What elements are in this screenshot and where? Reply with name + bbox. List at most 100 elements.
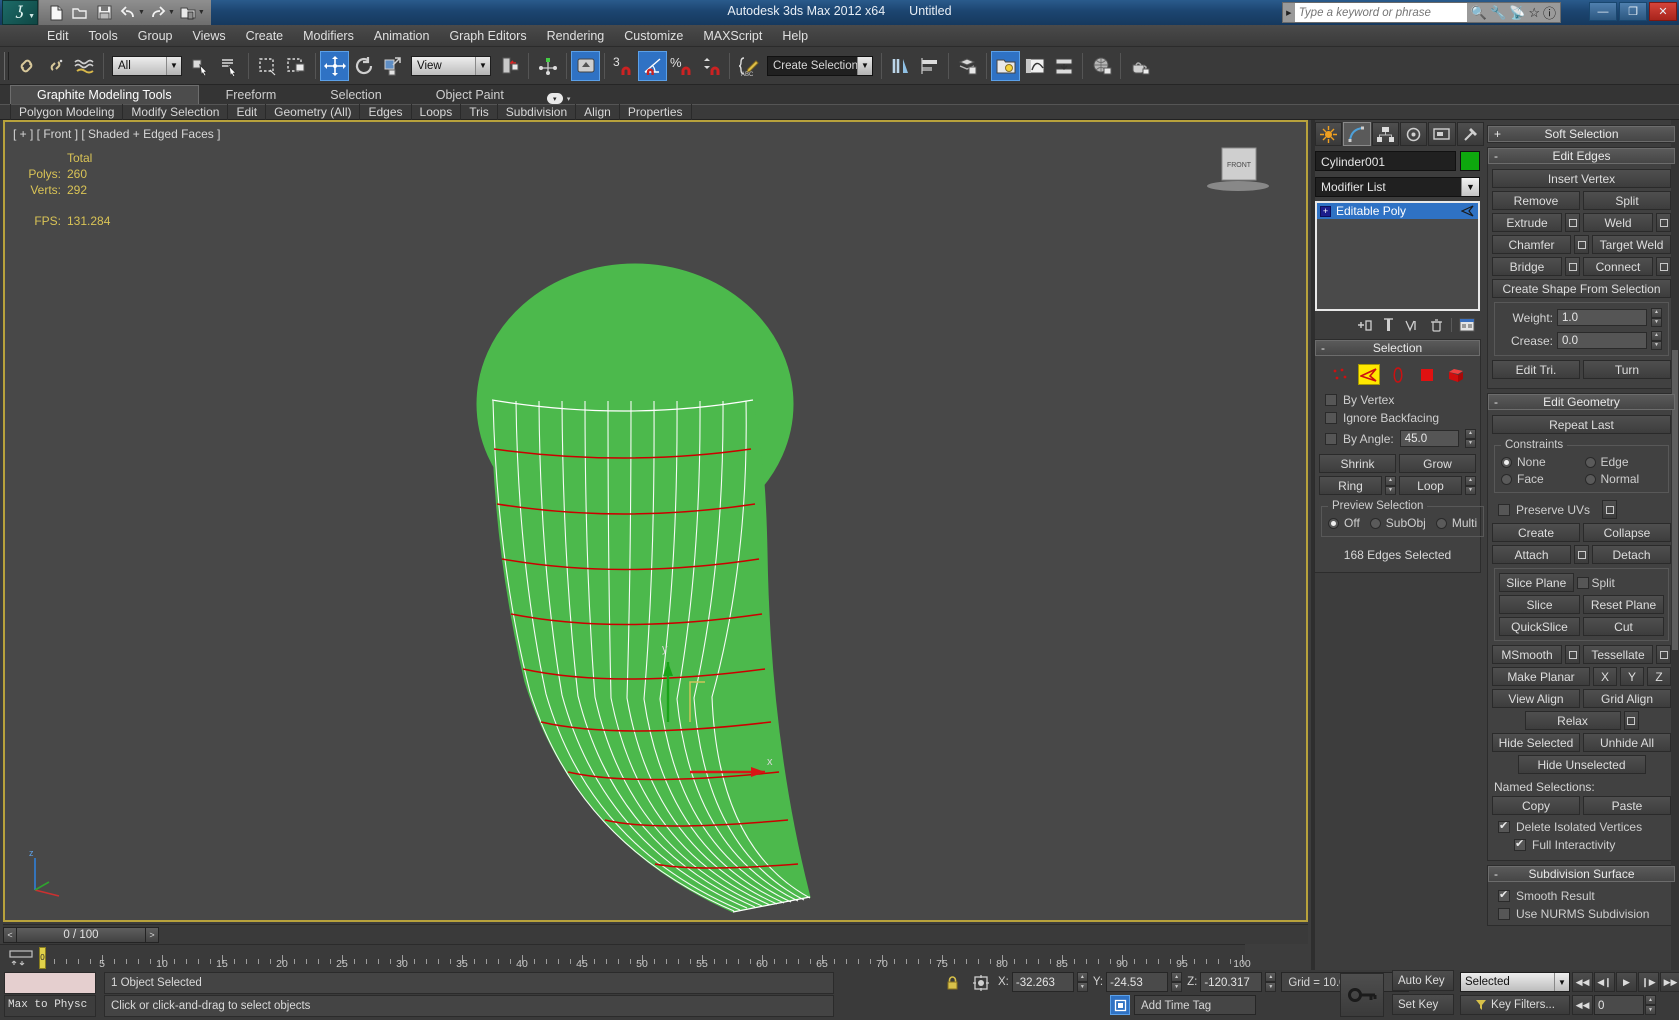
preview-subobj-radio[interactable]: SubObj [1369, 516, 1426, 530]
modifier-list-combo[interactable]: Modifier List ▼ [1315, 177, 1480, 197]
make-unique-button[interactable] [1403, 317, 1421, 333]
ribbon-options-icon[interactable]: ▾ [546, 93, 563, 104]
named-selection-sets-combo[interactable]: Create Selection Se ▼ [767, 55, 873, 76]
ignore-backfacing-row[interactable]: Ignore Backfacing [1319, 409, 1476, 427]
delete-isolated-vertices-checkbox[interactable] [1498, 819, 1510, 833]
toggle-scene-explorer-button[interactable] [991, 50, 1020, 81]
paste-named-selection-button[interactable]: Paste [1583, 796, 1671, 815]
select-object-button[interactable] [186, 51, 215, 81]
make-planar-x-button[interactable]: X [1593, 667, 1617, 686]
reset-plane-button[interactable]: Reset Plane [1583, 595, 1664, 614]
absolute-relative-mode-button[interactable] [969, 972, 993, 994]
open-mini-curve-editor-icon[interactable] [8, 949, 34, 967]
minimize-button[interactable]: — [1589, 2, 1617, 21]
weld-settings-button[interactable] [1656, 213, 1671, 232]
display-tab[interactable] [1428, 122, 1456, 146]
weight-value[interactable]: 1.0 [1557, 309, 1647, 326]
loop-spinner[interactable]: ▲ ▼ [1465, 476, 1476, 495]
play-animation-button[interactable]: ▶ [1616, 972, 1637, 992]
command-panel-scrollbar[interactable] [1671, 120, 1679, 970]
rollout-collapse-glyph[interactable]: - [1494, 149, 1498, 163]
reference-coordinate-system-combo[interactable]: View ▼ [411, 55, 491, 76]
chevron-down-icon[interactable]: ▾ [567, 95, 571, 103]
redo-dropdown-caret-icon[interactable]: ▼ [168, 9, 175, 16]
create-tab[interactable] [1315, 122, 1343, 146]
motion-tab[interactable] [1399, 122, 1428, 146]
select-and-scale-button[interactable] [378, 51, 407, 81]
undo-button[interactable] [117, 2, 139, 23]
save-file-button[interactable] [93, 2, 115, 23]
ribbon-subtab-edges[interactable]: Edges [360, 104, 412, 120]
toolbar-grip[interactable] [4, 51, 9, 80]
object-color-swatch[interactable] [1460, 151, 1480, 171]
quickslice-button[interactable]: QuickSlice [1499, 617, 1580, 636]
next-frame-arrow[interactable]: > [145, 926, 159, 943]
preserve-uvs-row[interactable]: Preserve UVs [1492, 498, 1671, 523]
make-planar-z-button[interactable]: Z [1647, 667, 1671, 686]
ring-button[interactable]: Ring [1319, 476, 1382, 495]
go-to-start-button[interactable]: ◀◀ [1572, 972, 1593, 992]
select-and-manipulate-button[interactable] [533, 51, 562, 81]
extrude-button[interactable]: Extrude [1492, 213, 1562, 232]
z-coordinate-field[interactable]: Z: -120.317 ▲ ▼ [1187, 972, 1277, 992]
split-checkbox[interactable] [1576, 576, 1589, 589]
preserve-uvs-settings-button[interactable] [1602, 500, 1618, 519]
edit-tri-button[interactable]: Edit Tri. [1492, 360, 1580, 379]
track-bar[interactable]: 5 10 15 20 25 30 35 40 45 50 55 60 65 70 75 80 85 90 95 100… [0, 944, 1251, 970]
go-to-end-button[interactable]: ▶▶ [1660, 972, 1679, 992]
select-and-rotate-button[interactable] [349, 51, 378, 81]
object-name-field[interactable]: Cylinder001 [1315, 151, 1456, 171]
qat-customize-caret-icon[interactable]: ▼ [198, 9, 205, 16]
by-angle-checkbox[interactable] [1325, 432, 1337, 445]
y-spinner[interactable]: ▲ ▼ [1171, 972, 1183, 992]
weld-button[interactable]: Weld [1583, 213, 1653, 232]
turn-button[interactable]: Turn [1583, 360, 1671, 379]
connect-button[interactable]: Connect [1583, 257, 1653, 276]
modify-tab[interactable] [1343, 122, 1371, 146]
show-end-result-button[interactable] [1379, 317, 1397, 333]
key-mode-button[interactable]: ◀◀ [1572, 995, 1593, 1015]
subdivision-surface-rollout-header[interactable]: - Subdivision Surface [1488, 866, 1675, 882]
x-spinner[interactable]: ▲ ▼ [1076, 972, 1088, 992]
relax-settings-button[interactable] [1623, 711, 1639, 730]
by-vertex-checkbox[interactable] [1325, 394, 1337, 406]
collapse-button[interactable]: Collapse [1583, 523, 1671, 542]
search-input[interactable] [1294, 3, 1467, 22]
utilities-tab[interactable] [1456, 122, 1484, 146]
search-expand-caret-icon[interactable]: ▶ [1283, 9, 1295, 17]
ribbon-tab-selection[interactable]: Selection [303, 85, 408, 104]
ribbon-subtab-edit[interactable]: Edit [228, 104, 267, 120]
element-subobject-button[interactable] [1445, 364, 1467, 385]
y-coordinate-field[interactable]: Y: -24.53 ▲ ▼ [1093, 972, 1183, 992]
menu-item-tools[interactable]: Tools [80, 26, 127, 46]
ribbon-subtab-modify-selection[interactable]: Modify Selection [123, 104, 229, 120]
menu-item-create[interactable]: Create [237, 26, 293, 46]
view-cube[interactable]: FRONT [1204, 142, 1278, 194]
current-frame-field[interactable]: 0 [1594, 995, 1644, 1015]
use-nurms-row[interactable]: Use NURMS Subdivision [1492, 905, 1671, 923]
selection-rollout-header[interactable]: - Selection [1315, 340, 1480, 356]
slice-plane-button[interactable]: Slice Plane [1499, 573, 1574, 592]
next-frame-button[interactable]: ❙▶ [1638, 972, 1659, 992]
new-file-button[interactable] [45, 2, 67, 23]
select-by-name-button[interactable] [215, 51, 244, 81]
detach-button[interactable]: Detach [1592, 545, 1671, 564]
connect-settings-button[interactable] [1656, 257, 1671, 276]
constraint-normal-radio[interactable]: Normal [1584, 472, 1663, 486]
target-weld-button[interactable]: Target Weld [1592, 235, 1671, 254]
application-menu-button[interactable]: ʖ ▼ [2, 0, 38, 25]
chevron-down-icon[interactable]: ▼ [857, 56, 872, 75]
select-and-move-button[interactable] [320, 50, 349, 81]
msmooth-settings-button[interactable] [1565, 645, 1580, 664]
menu-item-edit[interactable]: Edit [38, 26, 78, 46]
modifier-stack-entry-editable-poly[interactable]: + Editable Poly [1317, 203, 1478, 219]
by-angle-row[interactable]: By Angle: 45.0 ▲ ▼ [1319, 427, 1476, 450]
pin-stack-button[interactable] [1355, 317, 1373, 333]
crease-spinner[interactable]: ▲ ▼ [1651, 331, 1662, 350]
open-file-button[interactable] [69, 2, 91, 23]
expand-plus-icon[interactable]: + [1320, 205, 1331, 217]
chevron-down-icon[interactable]: ▼ [166, 56, 181, 75]
delete-isolated-vertices-row[interactable]: Delete Isolated Vertices [1492, 818, 1671, 836]
ribbon-subtab-align[interactable]: Align [576, 104, 620, 120]
chevron-down-icon[interactable]: ▼ [1461, 178, 1479, 196]
